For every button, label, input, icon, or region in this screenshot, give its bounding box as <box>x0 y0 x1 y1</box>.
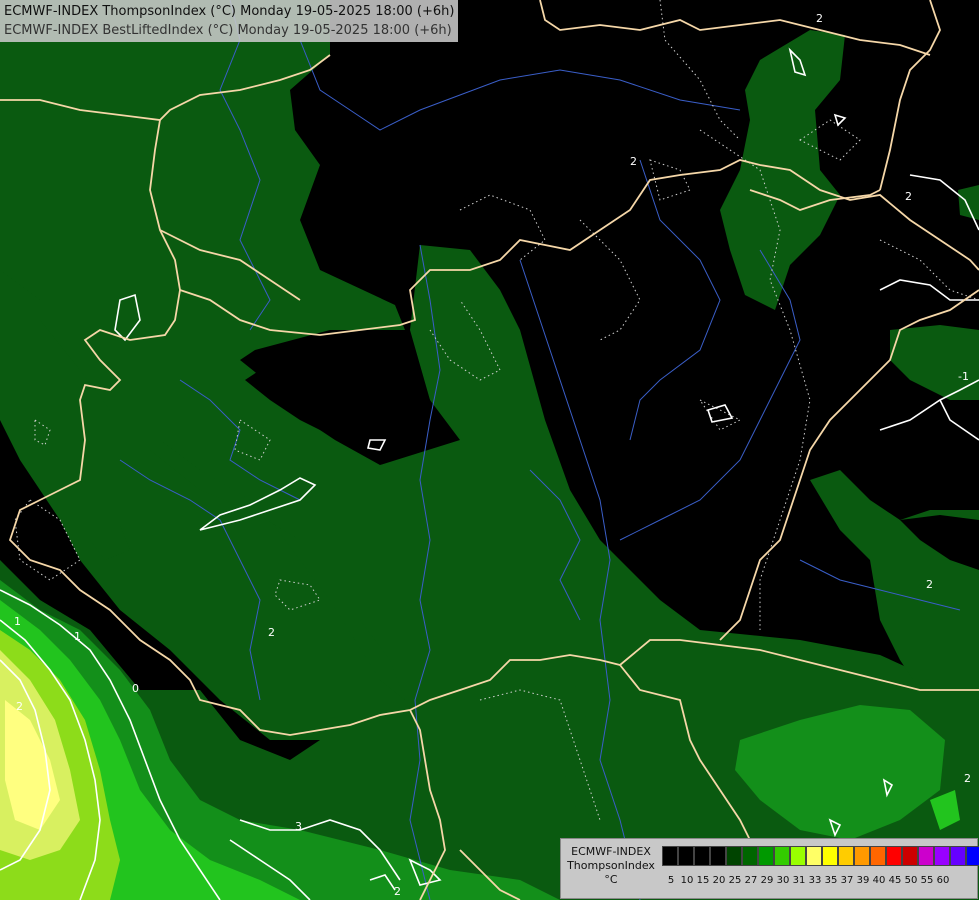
legend-swatch <box>662 846 678 866</box>
legend-swatch <box>678 846 694 866</box>
legend-tick: 31 <box>792 875 806 886</box>
forecast-map: 2 2 1 0 1 3 2 2 -1 2 2 2 2 <box>0 0 979 900</box>
legend-swatch <box>966 846 979 866</box>
legend-tick: 39 <box>856 875 870 886</box>
contour-label: 3 <box>295 820 302 833</box>
legend-swatch <box>790 846 806 866</box>
legend-variable: ThompsonIndex <box>567 859 655 872</box>
contour-label: 1 <box>74 630 81 643</box>
legend-swatch <box>886 846 902 866</box>
legend-tick: 45 <box>888 875 902 886</box>
legend-tick: 50 <box>904 875 918 886</box>
legend-swatch <box>742 846 758 866</box>
title-line-thompson: ECMWF-INDEX ThompsonIndex (°C) Monday 19… <box>4 4 455 19</box>
legend-label: ECMWF-INDEX ThompsonIndex °C <box>565 845 657 887</box>
legend-swatch <box>806 846 822 866</box>
map-title: ECMWF-INDEX ThompsonIndex (°C) Monday 19… <box>0 0 459 42</box>
legend-tick: 25 <box>728 875 742 886</box>
legend-swatch <box>870 846 886 866</box>
legend-swatch <box>950 846 966 866</box>
contour-label: 2 <box>816 12 823 25</box>
title-line-lifted: ECMWF-INDEX BestLiftedIndex (°C) Monday … <box>4 23 452 38</box>
legend-tick: 5 <box>667 875 675 886</box>
contour-label: 0 <box>132 682 139 695</box>
legend-tick: 60 <box>936 875 950 886</box>
legend-unit: °C <box>604 873 618 886</box>
legend-tick: 40 <box>872 875 886 886</box>
legend-swatch <box>694 846 710 866</box>
legend-swatch <box>774 846 790 866</box>
legend-tick: 27 <box>744 875 758 886</box>
legend-tick: 37 <box>840 875 854 886</box>
color-legend: ECMWF-INDEX ThompsonIndex °C 5 10 15 20 25 27… <box>560 838 979 899</box>
legend-swatch <box>854 846 870 866</box>
legend-tick: 30 <box>776 875 790 886</box>
legend-tick: 35 <box>824 875 838 886</box>
legend-swatch <box>918 846 934 866</box>
contour-label: 2 <box>964 772 971 785</box>
contour-label: 2 <box>268 626 275 639</box>
legend-source: ECMWF-INDEX <box>571 845 651 858</box>
legend-swatch <box>822 846 838 866</box>
contour-label: 2 <box>926 578 933 591</box>
legend-swatch <box>710 846 726 866</box>
legend-swatch <box>838 846 854 866</box>
contour-label: 2 <box>905 190 912 203</box>
legend-swatch <box>758 846 774 866</box>
contour-label: 2 <box>630 155 637 168</box>
legend-color-bar <box>662 846 979 866</box>
contour-label: 1 <box>14 615 21 628</box>
legend-swatch <box>934 846 950 866</box>
legend-tick: 29 <box>760 875 774 886</box>
legend-swatch <box>726 846 742 866</box>
legend-tick: 55 <box>920 875 934 886</box>
contour-label: 2 <box>16 700 23 713</box>
legend-swatch <box>902 846 918 866</box>
legend-tick: 10 <box>680 875 694 886</box>
contour-label: -1 <box>958 370 969 383</box>
legend-tick: 20 <box>712 875 726 886</box>
legend-tick: 33 <box>808 875 822 886</box>
legend-tick: 15 <box>696 875 710 886</box>
contour-label: 2 <box>394 885 401 898</box>
